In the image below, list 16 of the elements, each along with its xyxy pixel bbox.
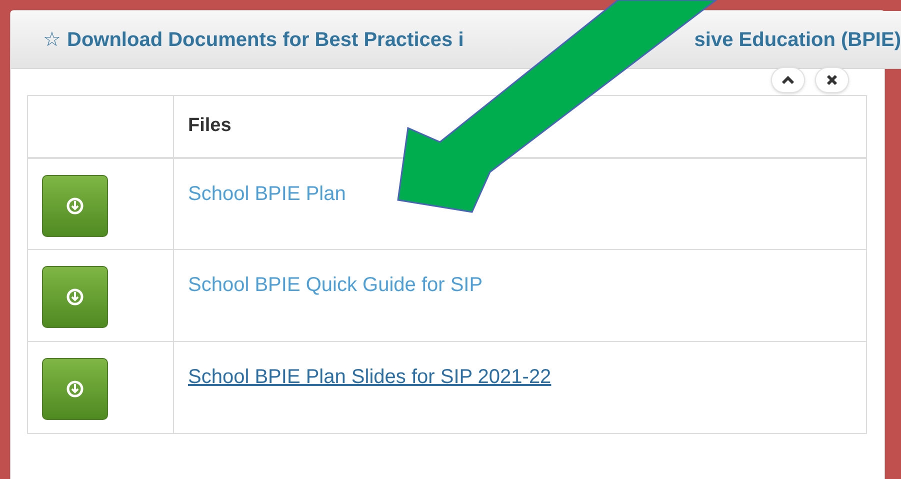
file-link[interactable]: School BPIE Quick Guide for SIP bbox=[188, 274, 483, 296]
download-button[interactable] bbox=[42, 174, 108, 236]
download-button[interactable] bbox=[42, 266, 108, 328]
file-link[interactable]: School BPIE Plan bbox=[188, 182, 346, 204]
star-icon: ☆ bbox=[43, 24, 61, 54]
download-icon bbox=[66, 380, 84, 398]
chevron-up-icon bbox=[781, 75, 795, 85]
file-link[interactable]: School BPIE Plan Slides for SIP 2021-22 bbox=[188, 366, 552, 388]
panel-title: sive Education (BPIE) bbox=[694, 28, 901, 52]
download-button[interactable] bbox=[42, 358, 108, 420]
collapse-button[interactable] bbox=[771, 67, 805, 93]
close-icon bbox=[826, 74, 838, 86]
download-icon bbox=[66, 196, 84, 214]
panel-title: Download Documents for Best Practices i bbox=[67, 28, 464, 52]
download-icon bbox=[66, 288, 84, 306]
close-button[interactable] bbox=[815, 67, 849, 93]
